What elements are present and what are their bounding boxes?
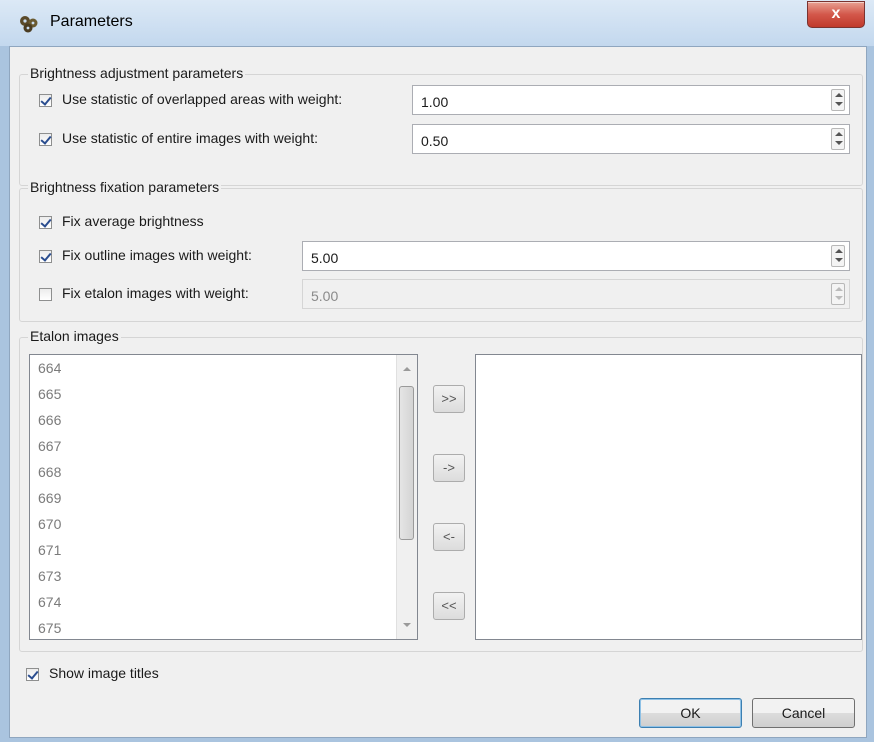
vertical-scrollbar[interactable] [396,355,417,639]
spin-up-icon [835,287,843,291]
average-label: Fix average brightness [62,213,204,229]
spin-arrows[interactable] [831,89,845,111]
list-item[interactable]: 665 [30,381,400,407]
brightness-adjustment-group: Brightness adjustment parameters Use sta… [19,65,863,186]
spin-down-icon[interactable] [835,258,843,262]
list-item[interactable]: 668 [30,459,400,485]
list-item[interactable]: 674 [30,589,400,615]
scroll-up-icon[interactable] [403,367,411,371]
show-titles-label: Show image titles [49,665,159,681]
group-title: Etalon images [28,328,121,344]
etalon-images-group: Etalon images 664 665 666 667 668 669 670 671 67… [19,328,863,652]
list-item[interactable]: 666 [30,407,400,433]
overlapped-checkbox[interactable] [39,94,52,107]
overlapped-row: Use statistic of overlapped areas with w… [20,85,862,115]
overlapped-weight-value: 1.00 [421,94,449,110]
window-title: Parameters [50,13,133,30]
entire-label: Use statistic of entire images with weig… [62,130,318,146]
list-item[interactable]: 671 [30,537,400,563]
ok-button[interactable]: OK [639,698,742,728]
spin-up-icon[interactable] [835,93,843,97]
outline-checkbox[interactable] [39,250,52,263]
close-button[interactable]: x [807,1,865,28]
entire-row: Use statistic of entire images with weig… [20,124,862,154]
average-checkbox[interactable] [39,216,52,229]
etalon-row: Fix etalon images with weight: 5.00 [20,279,862,309]
entire-weight-spinbox[interactable]: 0.50 [412,124,850,154]
list-item[interactable]: 670 [30,511,400,537]
spin-down-icon [835,296,843,300]
overlapped-weight-spinbox[interactable]: 1.00 [412,85,850,115]
scroll-thumb[interactable] [399,386,414,540]
available-images-list[interactable]: 664 665 666 667 668 669 670 671 673 674 675 [29,354,418,640]
show-titles-row: Show image titles [10,659,310,689]
spin-arrows[interactable] [831,128,845,150]
overlapped-label: Use statistic of overlapped areas with w… [62,91,343,107]
group-title: Brightness fixation parameters [28,179,222,195]
group-title: Brightness adjustment parameters [28,65,246,81]
entire-checkbox[interactable] [39,133,52,146]
etalon-checkbox[interactable] [39,288,52,301]
spin-down-icon[interactable] [835,102,843,106]
list-item[interactable]: 664 [30,355,400,381]
brightness-fixation-group: Brightness fixation parameters Fix avera… [19,179,863,322]
show-titles-checkbox[interactable] [26,668,39,681]
scroll-down-icon[interactable] [403,623,411,627]
spin-up-icon[interactable] [835,132,843,136]
outline-weight-spinbox[interactable]: 5.00 [302,241,850,271]
entire-weight-value: 0.50 [421,133,449,149]
outline-weight-value: 5.00 [311,250,339,266]
list-item[interactable]: 675 [30,615,400,641]
cancel-button[interactable]: Cancel [752,698,855,728]
list-item[interactable]: 667 [30,433,400,459]
gear-cluster-icon [20,16,38,33]
list-item[interactable]: 669 [30,485,400,511]
remove-all-button[interactable]: << [433,592,465,620]
dialog-body: Brightness adjustment parameters Use sta… [9,46,867,738]
average-row: Fix average brightness [20,207,420,237]
spin-arrows[interactable] [831,245,845,267]
etalon-weight-value: 5.00 [311,288,339,304]
title-bar[interactable]: Parameters x [0,0,874,46]
outline-row: Fix outline images with weight: 5.00 [20,241,862,271]
etalon-weight-spinbox: 5.00 [302,279,850,309]
close-icon: x [831,5,841,22]
list-item[interactable]: 673 [30,563,400,589]
spin-arrows [831,283,845,305]
outline-label: Fix outline images with weight: [62,247,252,263]
spin-up-icon[interactable] [835,249,843,253]
add-all-button[interactable]: >> [433,385,465,413]
etalon-label: Fix etalon images with weight: [62,285,249,301]
selected-images-list[interactable] [475,354,862,640]
remove-button[interactable]: <- [433,523,465,551]
add-button[interactable]: -> [433,454,465,482]
dialog-window: Parameters x Brightness adjustment param… [0,0,874,742]
spin-down-icon[interactable] [835,141,843,145]
available-images-items: 664 665 666 667 668 669 670 671 673 674 675 [30,355,400,641]
